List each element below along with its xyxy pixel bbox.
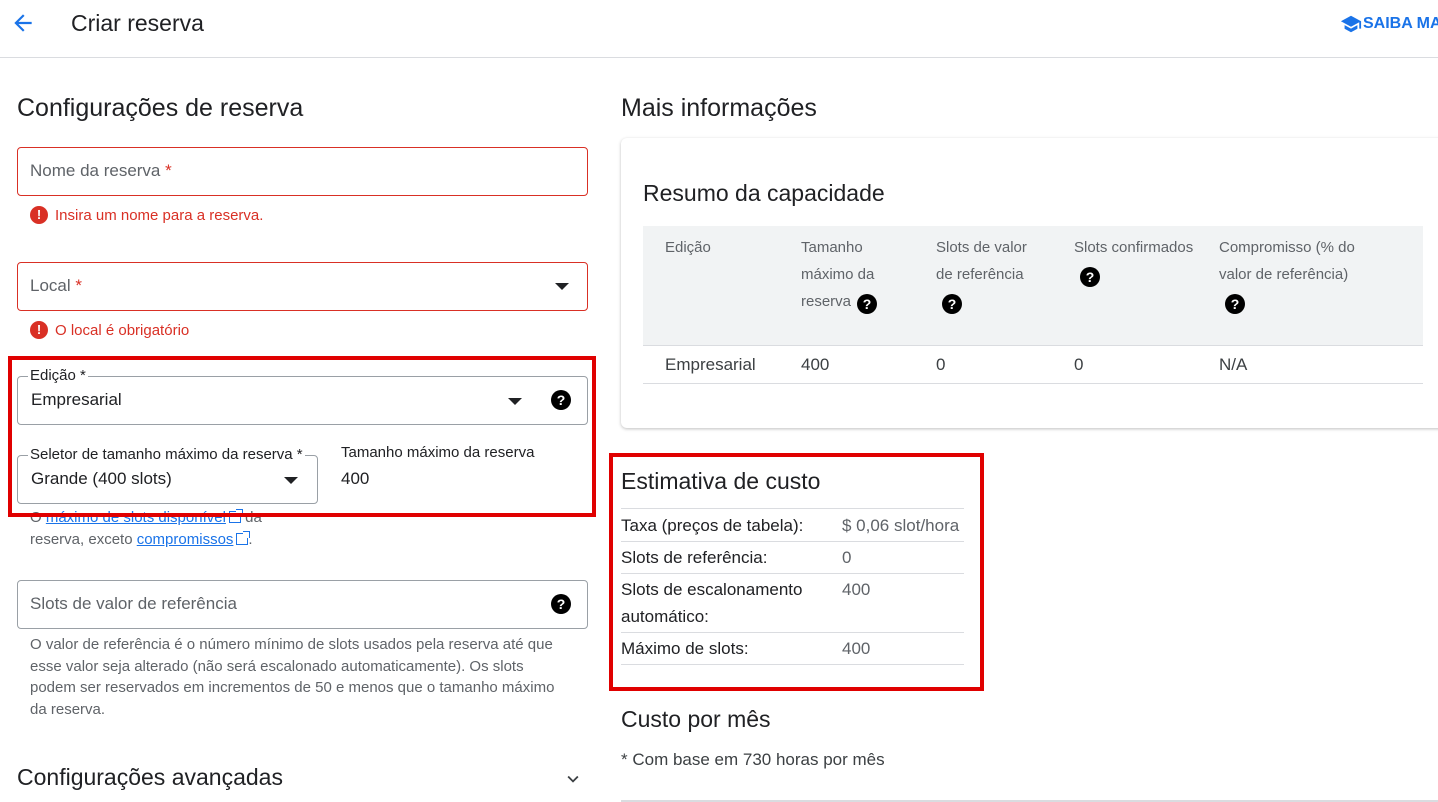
location-error: ! O local é obrigatório xyxy=(30,321,189,339)
help-icon[interactable]: ? xyxy=(1080,267,1100,287)
max-slots-hint: O máximo de slots disponível da reserva,… xyxy=(30,509,262,548)
dropdown-arrow-icon xyxy=(508,398,522,405)
help-icon[interactable]: ? xyxy=(942,294,962,314)
external-link-icon xyxy=(236,531,251,545)
page-title: Criar reserva xyxy=(71,10,204,36)
cell-max-size: 400 xyxy=(801,355,830,374)
monthly-cost-title: Custo por mês xyxy=(621,706,771,732)
max-size-label: Tamanho máximo da reserva xyxy=(341,444,535,461)
max-size-selector[interactable]: Seletor de tamanho máximo da reserva * G… xyxy=(17,446,318,504)
cell-edition: Empresarial xyxy=(665,355,756,374)
capacity-card: Resumo da capacidade Edição Tamanho máxi… xyxy=(621,138,1438,428)
edition-select[interactable]: Edição * Empresarial ? xyxy=(17,367,588,425)
reservation-name-error: ! Insira um nome para a reserva. xyxy=(30,206,263,224)
location-placeholder: Local * xyxy=(30,276,82,295)
edition-label: Edição * xyxy=(28,367,88,384)
monthly-cost-note: * Com base em 730 horas por mês xyxy=(621,750,885,769)
chevron-down-icon[interactable] xyxy=(562,768,584,790)
header-commitment: Compromisso (% do valor de referência)? xyxy=(1219,239,1355,314)
cell-committed: 0 xyxy=(1074,355,1084,374)
help-icon[interactable]: ? xyxy=(1225,294,1245,314)
error-icon: ! xyxy=(30,321,48,339)
help-icon[interactable]: ? xyxy=(551,390,571,410)
edition-value: Empresarial xyxy=(31,390,122,409)
capacity-summary-title: Resumo da capacidade xyxy=(643,180,885,206)
external-link-icon xyxy=(228,509,243,523)
dropdown-arrow-icon xyxy=(555,283,569,290)
estimate-row-rate: Taxa (preços de tabela): $ 0,06 slot/hor… xyxy=(621,508,964,541)
top-bar: Criar reserva SAIBA MA xyxy=(0,0,1438,58)
location-select[interactable]: Local * xyxy=(17,262,588,311)
estimate-row-baseline: Slots de referência: 0 xyxy=(621,541,964,573)
estimate-row-max: Máximo de slots: 400 xyxy=(621,632,964,665)
max-size-selector-label: Seletor de tamanho máximo da reserva * xyxy=(28,446,305,463)
max-size-value: 400 xyxy=(341,469,370,488)
max-slots-link[interactable]: máximo de slots disponível xyxy=(46,509,226,526)
estimate-row-autoscale: Slots de escalonamento automático: 400 xyxy=(621,573,964,632)
advanced-settings-title: Configurações avançadas xyxy=(17,764,283,790)
header-committed: Slots confirmados? xyxy=(1074,239,1194,287)
header-baseline: Slots de valor de referência? xyxy=(936,239,1027,314)
cell-baseline: 0 xyxy=(936,355,946,374)
help-icon[interactable]: ? xyxy=(551,594,571,614)
learn-more-button[interactable]: SAIBA MA xyxy=(1340,13,1438,35)
reservation-settings-title: Configurações de reserva xyxy=(17,94,304,122)
table-row: Empresarial 400 0 0 N/A xyxy=(643,346,1423,384)
baseline-slots-placeholder: Slots de valor de referência xyxy=(30,594,237,613)
max-size-selector-value: Grande (400 slots) xyxy=(31,469,172,488)
header-edition: Edição xyxy=(665,239,711,256)
cost-estimate-title: Estimativa de custo xyxy=(621,468,821,494)
back-arrow-icon[interactable] xyxy=(8,8,38,38)
learn-more-label: SAIBA MA xyxy=(1363,15,1438,32)
cell-commitment: N/A xyxy=(1219,355,1248,374)
table-header: Edição Tamanho máximo da reserva? Slots … xyxy=(643,226,1423,346)
dropdown-arrow-icon xyxy=(284,477,298,484)
baseline-slots-input[interactable]: Slots de valor de referência ? xyxy=(17,580,588,629)
more-info-title: Mais informações xyxy=(621,94,817,122)
reservation-name-input[interactable]: Nome da reserva * xyxy=(17,147,588,196)
school-icon xyxy=(1340,15,1362,33)
error-icon: ! xyxy=(30,206,48,224)
help-icon[interactable]: ? xyxy=(857,294,878,314)
commitments-link[interactable]: compromissos xyxy=(137,531,234,548)
header-max-size: Tamanho máximo da reserva? xyxy=(801,234,911,315)
baseline-hint: O valor de referência é o número mínimo … xyxy=(30,636,555,718)
reservation-name-placeholder: Nome da reserva * xyxy=(30,161,172,180)
